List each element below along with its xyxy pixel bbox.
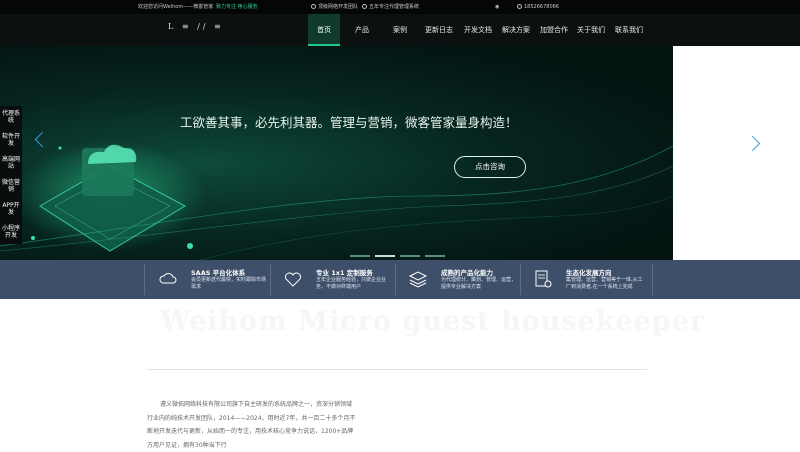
feature-band: SAAS 平台化体系 会员更新迭代最快，实时跟踪市场需求 专业 1x1 定制服务… xyxy=(0,260,800,299)
team-info: 顶级网络开发团队 xyxy=(311,0,358,14)
nav-products[interactable]: 产品 xyxy=(348,14,376,46)
side-quick-menu: 代理系统 软件开发 高端网站 微信营销 APP开发 小程序开发 xyxy=(0,106,22,244)
hero-headline: 工欲善其事，必先利其器。管理与营销，微客管家量身构造！ xyxy=(180,115,518,130)
years-info: 五年专注代理管理系统 xyxy=(362,0,419,14)
layers-icon xyxy=(408,271,428,288)
phone-info: 18526678066 xyxy=(517,0,559,14)
slide-dot-active[interactable] xyxy=(375,255,395,257)
nav-about[interactable]: 关于我们 xyxy=(575,14,607,46)
clock-icon xyxy=(362,4,367,9)
feature-title: 专业 1x1 定制服务 xyxy=(316,269,373,277)
nav-dev-docs[interactable]: 开发文档 xyxy=(462,14,494,46)
hero-banner: 工欲善其事，必先利其器。管理与营销，微客管家量身构造！ 点击咨询 xyxy=(0,46,673,260)
nav-solutions[interactable]: 解决方案 xyxy=(500,14,532,46)
divider-line xyxy=(147,369,647,370)
top-info-bar: 欢迎您访问Weihom——微客管家 致力专注 用心服务 顶级网络开发团队 五年专… xyxy=(0,0,800,14)
slide-dot[interactable] xyxy=(425,255,445,257)
site-logo[interactable]: L ≡ ∕∕ ≡ xyxy=(168,22,224,31)
feature-item: 生态化发展方向 集管理、运营、营销等于一体,从工厂到消费者,在一个系统上完成 xyxy=(521,260,651,299)
side-item-miniprogram[interactable]: 小程序开发 xyxy=(0,225,22,239)
next-slide-arrow[interactable] xyxy=(744,135,761,152)
feature-desc: 集管理、运营、营销等于一体,从工厂到消费者,在一个系统上完成 xyxy=(566,277,643,290)
side-item-agent-system[interactable]: 代理系统 xyxy=(0,110,22,124)
feature-item: 成熟的产品化能力 为代理统计、策划、管理、运营，提供专业解决方案 xyxy=(396,260,520,299)
slogan-text: 致力专注 用心服务 xyxy=(216,4,258,10)
ghost-title: Weihom Micro guest housekeeper xyxy=(160,306,706,337)
feature-title: SAAS 平台化体系 xyxy=(191,269,246,277)
slide-dot[interactable] xyxy=(400,255,420,257)
side-item-website[interactable]: 高端网站 xyxy=(0,156,22,170)
welcome-text: 欢迎您访问Weihom——微客管家 xyxy=(138,4,214,10)
feature-desc: 五年企业服务经验，只做企业业务，不做对终端用户 xyxy=(316,277,387,290)
nav-cases[interactable]: 案例 xyxy=(386,14,414,46)
nav-contact[interactable]: 联系我们 xyxy=(613,14,645,46)
slide-dot[interactable] xyxy=(350,255,370,257)
document-gear-icon xyxy=(535,270,552,288)
consult-button[interactable]: 点击咨询 xyxy=(454,156,526,178)
heart-shield-icon xyxy=(285,272,301,287)
divider xyxy=(652,264,653,295)
feature-title: 成熟的产品化能力 xyxy=(441,269,493,277)
feature-item: SAAS 平台化体系 会员更新迭代最快，实时跟踪市场需求 xyxy=(146,260,268,299)
side-item-app-dev[interactable]: APP开发 xyxy=(0,202,22,216)
main-nav: L ≡ ∕∕ ≡ 首页 产品 案例 更新日志 开发文档 解决方案 加盟合作 关于… xyxy=(0,14,800,46)
weibo-icon[interactable]: ◉ xyxy=(495,0,499,14)
divider xyxy=(144,264,145,295)
hero-illustration xyxy=(0,141,673,260)
nav-home[interactable]: 首页 xyxy=(308,14,340,46)
side-item-wechat-marketing[interactable]: 微信营销 xyxy=(0,179,22,193)
feature-item: 专业 1x1 定制服务 五年企业服务经验，只做企业业务，不做对终端用户 xyxy=(271,260,395,299)
feature-desc: 会员更新迭代最快，实时跟踪市场需求 xyxy=(191,277,267,290)
phone-icon xyxy=(517,4,522,9)
clock-icon xyxy=(311,4,316,9)
company-intro: 遵义微拓网络科技有限公司旗下自主研发的系统品牌之一，资深分销领域行业内的纯技术开… xyxy=(147,401,356,449)
hero-right-panel xyxy=(673,46,800,260)
feature-desc: 为代理统计、策划、管理、运营，提供专业解决方案 xyxy=(441,277,517,290)
cloud-icon xyxy=(159,273,177,284)
side-item-software-dev[interactable]: 软件开发 xyxy=(0,133,22,147)
nav-changelog[interactable]: 更新日志 xyxy=(423,14,455,46)
nav-partnership[interactable]: 加盟合作 xyxy=(538,14,570,46)
feature-title: 生态化发展方向 xyxy=(566,269,612,277)
